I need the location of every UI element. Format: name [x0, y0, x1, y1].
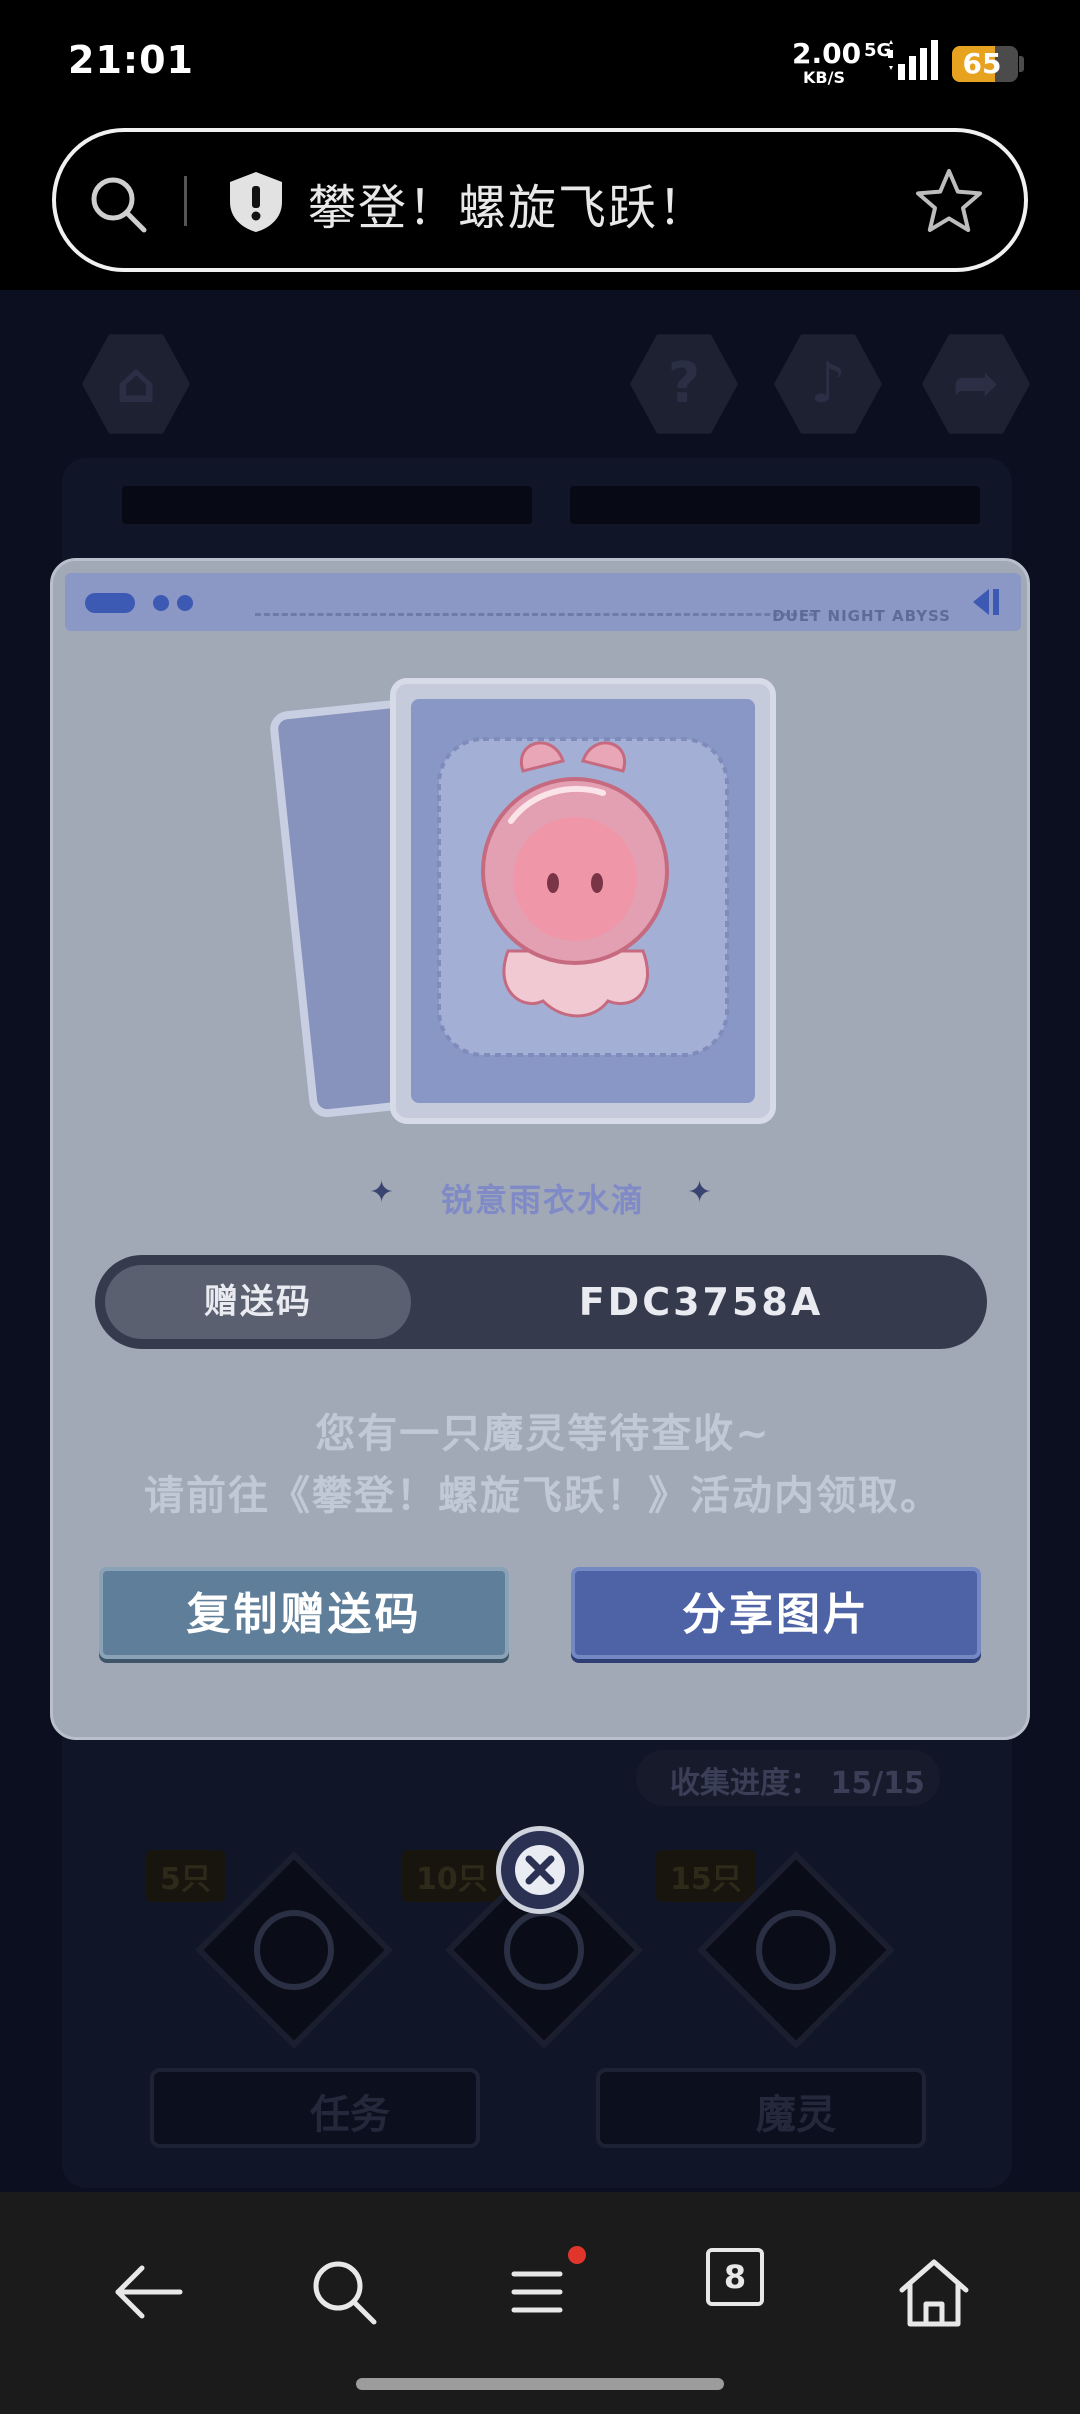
home-icon: ⌂	[115, 351, 157, 416]
check-icon	[254, 1910, 334, 1990]
status-time: 21:01	[68, 38, 194, 82]
pet-name: 锐意雨衣水滴	[440, 1181, 645, 1219]
header-dash	[255, 613, 815, 616]
shield-icon[interactable]	[226, 170, 286, 234]
gift-code-bar: 赠送码 FDC3758A	[95, 1255, 987, 1349]
share-icon: ➦	[952, 351, 1000, 416]
close-icon	[515, 1845, 565, 1895]
collapse-arrow-icon	[973, 589, 999, 615]
collection-progress: 收集进度： 15/15	[670, 1766, 925, 1801]
game-bar	[122, 486, 532, 524]
browser-top-bar: 攀登！螺旋飞跃！	[0, 128, 1080, 290]
header-dot	[177, 595, 193, 611]
address-bar[interactable]: 攀登！螺旋飞跃！	[52, 128, 1028, 272]
check-icon	[504, 1910, 584, 1990]
header-pill	[85, 593, 135, 613]
star-icon[interactable]	[914, 166, 984, 236]
modal-message-line1: 您有一只魔灵等待查收~	[315, 1411, 771, 1457]
signal-icon	[888, 40, 938, 80]
battery-tip	[1019, 56, 1024, 72]
battery-icon: 65	[952, 46, 1018, 82]
menu-icon[interactable]	[498, 2252, 578, 2332]
gift-code-label: 赠送码	[204, 1282, 312, 1322]
share-image-button[interactable]: 分享图片	[571, 1567, 981, 1659]
tier-badge: 10只	[402, 1850, 502, 1902]
network-speed-unit: KB/S	[803, 68, 845, 87]
gift-modal: DUET NIGHT ABYSS ✦ 锐意雨衣水滴 ✦ 赠送码 FDC3758A…	[50, 558, 1030, 1740]
pet-card-image	[270, 678, 776, 1124]
modal-message-line2: 请前往《攀登！螺旋飞跃！》活动内领取。	[144, 1473, 942, 1519]
home-indicator[interactable]	[356, 2378, 724, 2390]
sparkle-icon: ✦	[687, 1175, 713, 1210]
game-bar	[570, 486, 980, 524]
check-icon	[756, 1910, 836, 1990]
tier-badge: 15只	[656, 1850, 756, 1902]
back-icon[interactable]	[108, 2252, 188, 2332]
music-icon: ♪	[810, 351, 846, 416]
network-speed-value: 2.00	[792, 37, 862, 70]
tabs-icon[interactable]: 8	[706, 2248, 764, 2306]
modal-header: DUET NIGHT ABYSS	[65, 573, 1021, 631]
search-icon[interactable]	[86, 172, 150, 236]
header-dot	[153, 595, 169, 611]
network-speed: 2.00 KB/S	[792, 37, 862, 87]
battery-level: 65	[962, 47, 1002, 80]
header-brand: DUET NIGHT ABYSS	[772, 607, 951, 625]
search-icon[interactable]	[304, 2252, 384, 2332]
close-button[interactable]	[496, 1826, 584, 1914]
status-bar: 21:01 2.00 KB/S 5G 65	[0, 0, 1080, 128]
copy-gift-code-button[interactable]: 复制赠送码	[99, 1567, 509, 1659]
tab-spirits-label: 魔灵	[756, 2092, 836, 2138]
notification-dot	[568, 2246, 586, 2264]
tab-tasks-label: 任务	[310, 2092, 390, 2138]
page-title[interactable]: 攀登！螺旋飞跃！	[308, 168, 708, 238]
gift-code-value: FDC3758A	[578, 1280, 824, 1324]
help-icon: ?	[667, 351, 701, 416]
home-icon[interactable]	[894, 2252, 974, 2332]
divider	[184, 176, 187, 226]
tier-badge: 5只	[146, 1850, 225, 1902]
